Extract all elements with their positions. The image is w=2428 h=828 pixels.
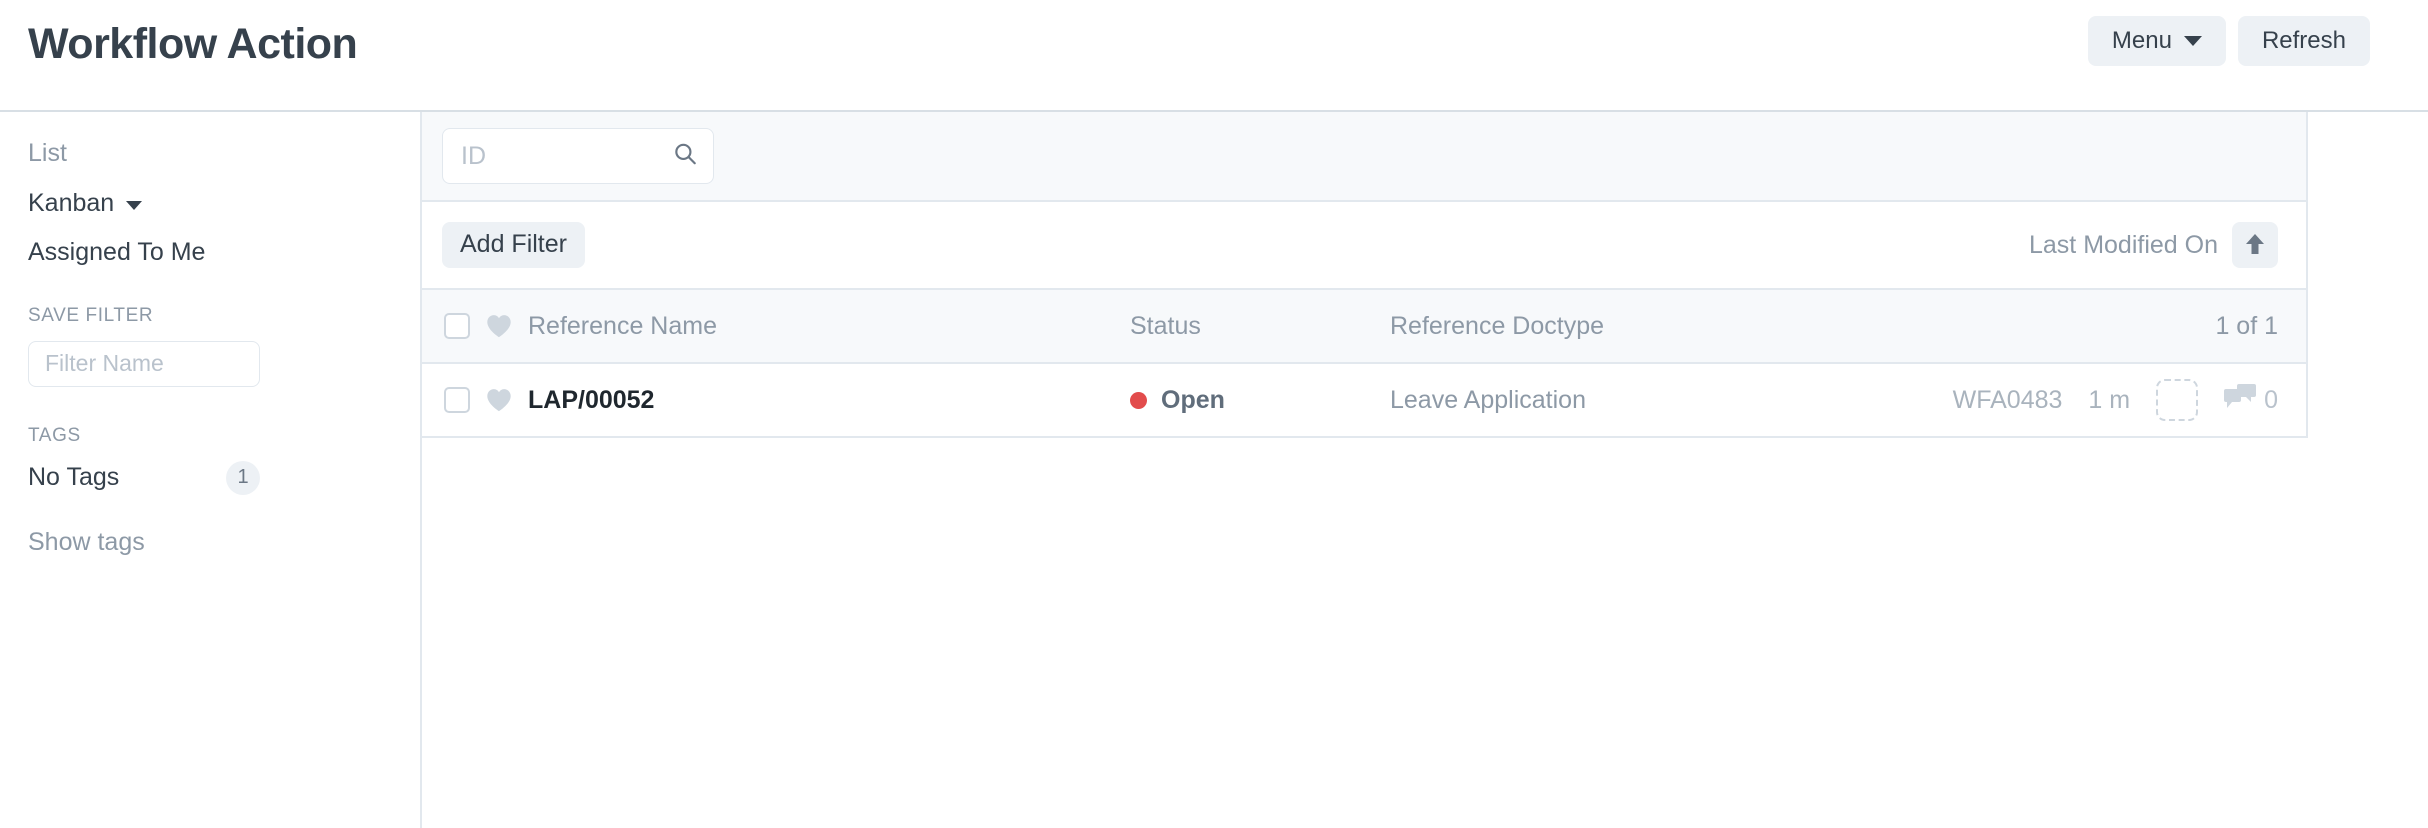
- sidebar-item-kanban[interactable]: Kanban: [28, 188, 392, 218]
- assign-avatar-placeholder[interactable]: [2156, 379, 2199, 421]
- column-header-reference-doctype[interactable]: Reference Doctype: [1390, 312, 2215, 341]
- like-icon[interactable]: [486, 314, 512, 338]
- page-title: Workflow Action: [28, 20, 358, 68]
- tags-heading: TAGS: [28, 424, 81, 446]
- sidebar-item-kanban-label: Kanban: [28, 188, 115, 217]
- row-checkbox[interactable]: [444, 387, 470, 413]
- row-comment-group[interactable]: 0: [2224, 383, 2278, 417]
- arrow-up-icon: [2244, 232, 2266, 259]
- row-reference-doctype: Leave Application: [1390, 385, 1586, 414]
- menu-button-label: Menu: [2111, 27, 2172, 54]
- page-header: Workflow Action Menu Refresh: [0, 0, 2428, 112]
- table-row[interactable]: LAP/00052 Open Leave Application WFA0483…: [422, 364, 2306, 438]
- list-header-row: Reference Name Status Reference Doctype …: [422, 290, 2306, 364]
- comment-count: 0: [2264, 385, 2278, 414]
- chevron-down-icon: [2183, 36, 2202, 47]
- filter-bar: Add Filter Last Modified On: [422, 202, 2306, 290]
- status-indicator-dot: [1130, 391, 1147, 409]
- id-search-wrapper: [442, 128, 714, 184]
- save-filter-heading: SAVE FILTER: [28, 304, 154, 326]
- page-body: List Kanban Assigned To Me SAVE FILTER T…: [0, 112, 2428, 828]
- sidebar-item-assigned-to-me[interactable]: Assigned To Me: [28, 238, 392, 267]
- sort-selector-label[interactable]: Last Modified On: [2029, 231, 2218, 260]
- show-tags-link[interactable]: Show tags: [28, 528, 392, 557]
- list-container: Add Filter Last Modified On: [422, 112, 2308, 438]
- refresh-button[interactable]: Refresh: [2237, 16, 2370, 67]
- status-badge: Open: [1161, 385, 1225, 414]
- sidebar-item-no-tags[interactable]: No Tags 1: [28, 460, 260, 495]
- comment-icon: [2224, 383, 2257, 417]
- column-header-status[interactable]: Status: [1130, 312, 1390, 341]
- no-tags-count-badge: 1: [226, 460, 260, 495]
- no-tags-label: No Tags: [28, 462, 120, 491]
- select-all-checkbox[interactable]: [444, 313, 470, 339]
- menu-button[interactable]: Menu: [2087, 16, 2226, 67]
- sort-direction-button[interactable]: [2232, 222, 2278, 268]
- sidebar: List Kanban Assigned To Me SAVE FILTER T…: [0, 112, 422, 828]
- row-status: Open: [1130, 386, 1390, 415]
- main-content: Add Filter Last Modified On: [422, 112, 2428, 828]
- standard-filter-area: [422, 112, 2306, 202]
- row-meta-group: WFA0483 1 m 0: [1953, 379, 2278, 421]
- header-actions: Menu Refresh: [2087, 16, 2370, 67]
- sort-area: Last Modified On: [2029, 222, 2278, 268]
- search-input[interactable]: [442, 128, 714, 184]
- add-filter-button[interactable]: Add Filter: [442, 222, 585, 268]
- column-header-reference-name[interactable]: Reference Name: [528, 312, 1130, 341]
- filter-name-input[interactable]: [28, 340, 260, 387]
- result-count: 1 of 1: [2215, 311, 2278, 340]
- row-workflow-id: WFA0483: [1952, 385, 2063, 414]
- sidebar-view-label: List: [28, 139, 67, 167]
- row-reference-name-link[interactable]: LAP/00052: [528, 386, 1130, 415]
- row-modified-time: 1 m: [2088, 385, 2131, 414]
- like-icon[interactable]: [486, 388, 512, 412]
- chevron-down-icon: [126, 200, 143, 210]
